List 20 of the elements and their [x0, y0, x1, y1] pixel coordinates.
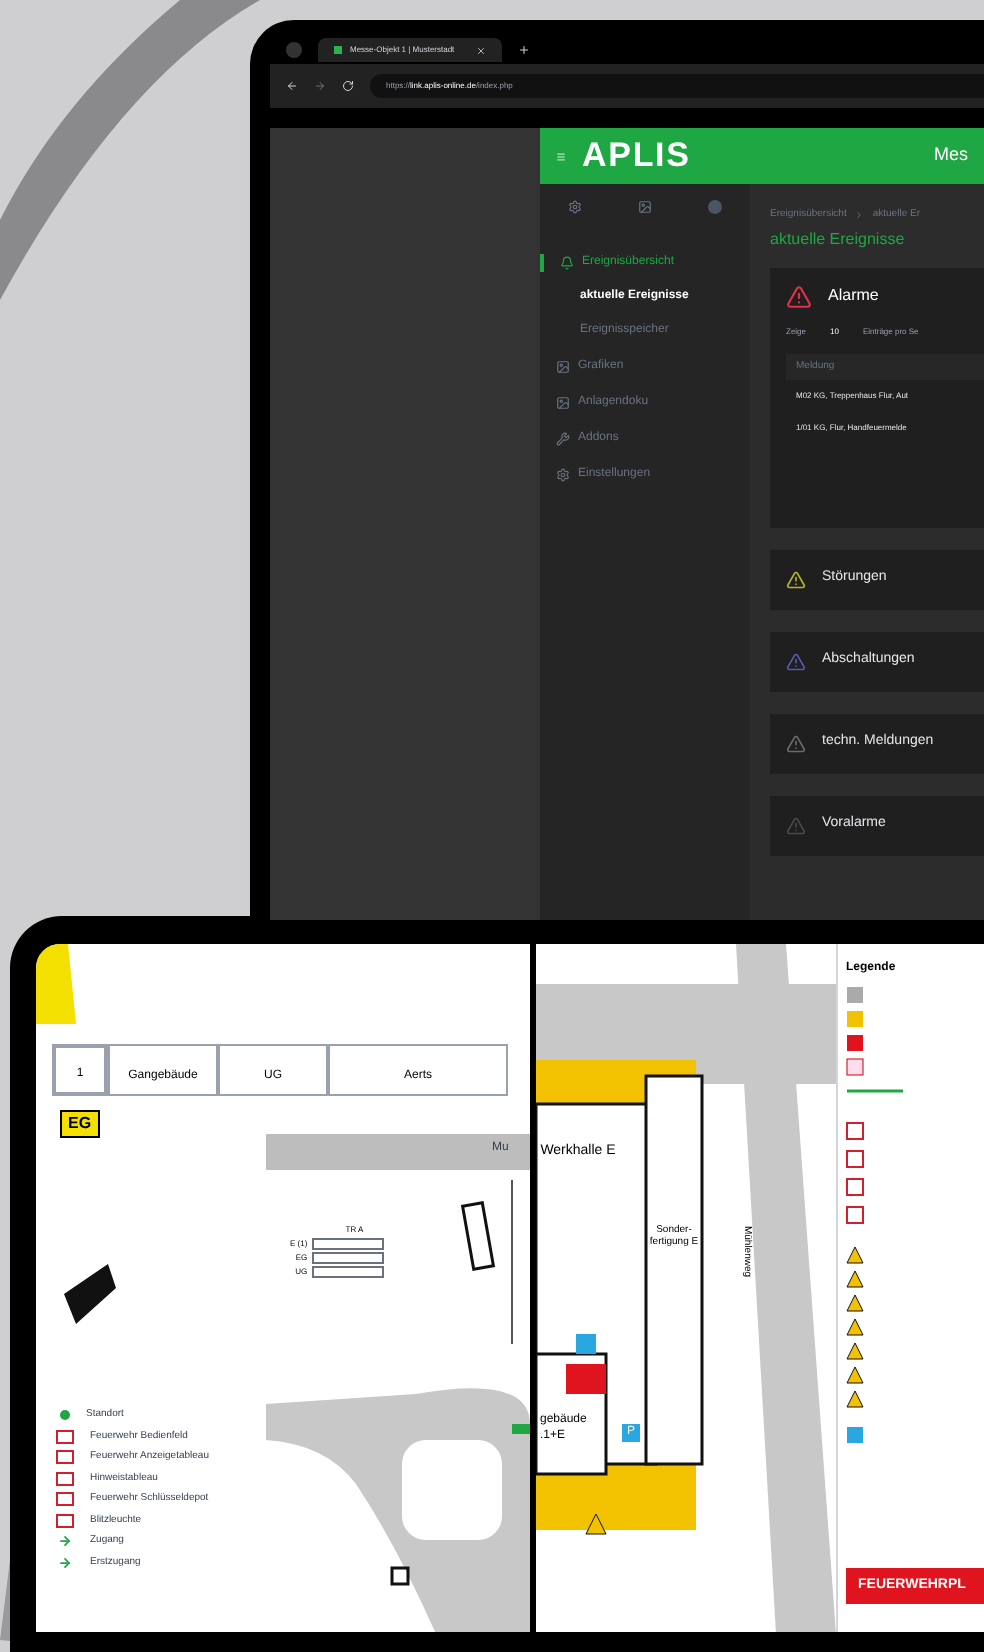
forward-icon[interactable] — [314, 80, 326, 92]
bell-icon — [560, 256, 574, 270]
gear-icon — [556, 468, 570, 482]
page-title: aktuelle Ereignisse — [770, 227, 907, 251]
panel-title: Alarme — [828, 284, 879, 308]
app-logo: APLIS — [582, 134, 691, 179]
arrow-icon — [56, 1534, 74, 1549]
back-icon[interactable] — [286, 80, 298, 92]
wrench-icon — [556, 432, 570, 446]
picture-icon — [556, 360, 570, 374]
picture-icon — [556, 396, 570, 410]
settings-icon[interactable] — [568, 200, 582, 214]
arrow-icon — [56, 1555, 74, 1570]
new-tab-icon[interactable] — [518, 44, 530, 56]
header-title: Mes — [933, 142, 968, 169]
chevron-icon — [854, 210, 865, 220]
menu-icon[interactable] — [556, 151, 566, 161]
favicon-icon — [334, 46, 342, 54]
floor-label: EG — [60, 1110, 100, 1138]
reload-icon[interactable] — [342, 80, 354, 92]
